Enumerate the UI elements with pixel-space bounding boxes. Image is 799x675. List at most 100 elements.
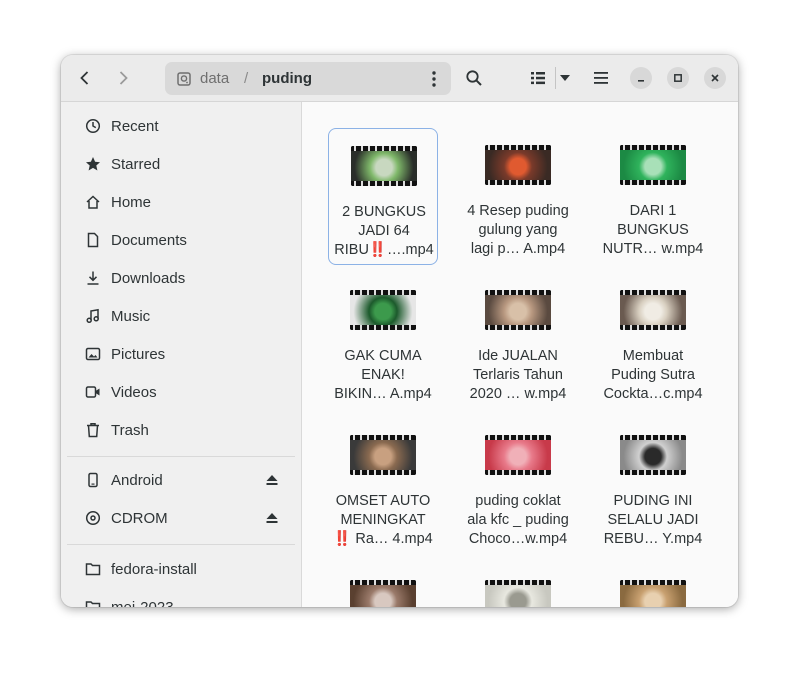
sidebar-item-recent[interactable]: Recent <box>67 108 295 144</box>
sidebar-item-label: Starred <box>111 155 161 173</box>
phone-icon <box>81 472 105 488</box>
video-thumbnail <box>620 435 686 475</box>
sidebar-item-android[interactable]: Android <box>67 462 295 498</box>
back-button[interactable] <box>69 64 101 92</box>
video-thumbnail <box>350 290 416 330</box>
minimize-button[interactable] <box>630 67 652 89</box>
breadcrumb-separator: / <box>244 70 249 87</box>
view-options-button[interactable] <box>550 64 580 92</box>
sidebar-item-label: Pictures <box>111 345 166 363</box>
drive-icon <box>177 72 191 86</box>
header-bar: data / puding <box>61 55 738 102</box>
sidebar-item-label: fedora-install <box>111 560 197 578</box>
file-item[interactable]: DARI 1 BUNGKUS NUTR… w.mp4 <box>598 128 708 265</box>
picture-icon <box>81 346 105 362</box>
sidebar-item-pictures[interactable]: Pictures <box>67 336 295 372</box>
video-thumbnail <box>620 580 686 607</box>
search-icon <box>466 70 482 86</box>
sidebar-item-mei-2023[interactable]: mei-2023 <box>67 589 295 607</box>
file-name: 4 Resep puding gulung yang lagi p… A.mp4 <box>467 203 569 257</box>
video-thumbnail <box>351 146 417 186</box>
document-icon <box>81 232 105 248</box>
sidebar-item-cdrom[interactable]: CDROM <box>67 500 295 536</box>
sidebar-item-label: Trash <box>111 421 149 439</box>
sidebar-item-starred[interactable]: Starred <box>67 146 295 182</box>
file-name: Ide JUALAN Terlaris Tahun 2020 … w.mp4 <box>469 348 567 402</box>
video-thumbnail <box>350 580 416 607</box>
sidebar-separator <box>67 456 295 457</box>
file-name: OMSET AUTO MENINGKAT ‼️ Ra… 4.mp4 <box>333 493 433 547</box>
forward-button[interactable] <box>107 64 139 92</box>
sidebar-item-label: Home <box>111 193 152 211</box>
file-item[interactable]: 4 Resep puding gulung yang lagi p… A.mp4 <box>463 128 573 265</box>
file-name: 2 BUNGKUS JADI 64 RIBU‼️….mp4 <box>334 204 434 258</box>
go-forward-icon <box>119 71 128 85</box>
video-thumbnail <box>485 290 551 330</box>
close-button[interactable] <box>704 67 726 89</box>
sidebar-item-trash[interactable]: Trash <box>67 412 295 448</box>
sidebar-item-label: Android <box>111 471 163 489</box>
eject-icon[interactable] <box>265 473 279 492</box>
video-thumbnail <box>620 290 686 330</box>
file-name: Membuat Puding Sutra Cockta…c.mp4 <box>603 348 703 402</box>
file-item[interactable]: OMSET AUTO MENINGKAT ‼️ Ra… 4.mp4 <box>328 418 438 555</box>
music-icon <box>81 308 105 324</box>
more-options-icon[interactable] <box>427 69 441 89</box>
trash-icon <box>81 422 105 438</box>
main-menu-button[interactable] <box>585 64 617 92</box>
file-item[interactable]: puding coklat ala kfc _ puding Choco…w.m… <box>463 418 573 555</box>
sidebar-item-label: Recent <box>111 117 159 135</box>
file-item[interactable]: GAK CUMA ENAK! BIKIN… A.mp4 <box>328 273 438 410</box>
file-manager-window: data / puding Recent Starred Home Docume… <box>61 55 738 607</box>
file-item[interactable]: Ide JUALAN Terlaris Tahun 2020 … w.mp4 <box>463 273 573 410</box>
maximize-icon <box>674 74 682 82</box>
video-thumbnail <box>350 435 416 475</box>
recent-icon <box>81 118 105 134</box>
file-name: GAK CUMA ENAK! BIKIN… A.mp4 <box>334 348 432 402</box>
sidebar-item-documents[interactable]: Documents <box>67 222 295 258</box>
path-bar[interactable]: data / puding <box>165 62 451 95</box>
sidebar: Recent Starred Home Documents Downloads Music… <box>61 102 302 607</box>
sidebar-item-label: mei-2023 <box>111 598 174 608</box>
download-icon <box>81 270 105 286</box>
video-thumbnail <box>485 580 551 607</box>
sidebar-item-label: CDROM <box>111 509 168 527</box>
eject-icon[interactable] <box>265 511 279 530</box>
list-view-icon <box>531 72 545 85</box>
sidebar-item-label: Music <box>111 307 151 325</box>
sidebar-item-label: Documents <box>111 231 187 249</box>
go-back-icon <box>80 71 89 85</box>
file-item[interactable] <box>328 563 438 607</box>
file-item[interactable] <box>598 563 708 607</box>
home-icon <box>81 194 105 210</box>
sidebar-item-videos[interactable]: Videos <box>67 374 295 410</box>
sidebar-item-music[interactable]: Music <box>67 298 295 334</box>
sidebar-item-label: Videos <box>111 383 157 401</box>
breadcrumb-data[interactable]: data <box>200 70 229 87</box>
video-icon <box>81 384 105 400</box>
file-item[interactable]: PUDING INI SELALU JADI REBU… Y.mp4 <box>598 418 708 555</box>
file-name: puding coklat ala kfc _ puding Choco…w.m… <box>467 493 569 547</box>
hamburger-menu-icon <box>594 72 608 84</box>
video-thumbnail <box>485 145 551 185</box>
file-name: PUDING INI SELALU JADI REBU… Y.mp4 <box>603 493 703 547</box>
search-button[interactable] <box>458 64 490 92</box>
minimize-icon <box>638 80 644 82</box>
sidebar-item-label: Downloads <box>111 269 186 287</box>
video-thumbnail <box>620 145 686 185</box>
chevron-down-icon <box>560 75 570 81</box>
sidebar-item-home[interactable]: Home <box>67 184 295 220</box>
file-item[interactable] <box>463 563 573 607</box>
sidebar-separator <box>67 544 295 545</box>
breadcrumb-current[interactable]: puding <box>262 70 312 87</box>
sidebar-item-fedora-install[interactable]: fedora-install <box>67 551 295 587</box>
maximize-button[interactable] <box>667 67 689 89</box>
video-thumbnail <box>485 435 551 475</box>
close-icon <box>711 74 719 82</box>
folder-icon <box>81 561 105 577</box>
file-grid[interactable]: 2 BUNGKUS JADI 64 RIBU‼️….mp4 4 Resep pud… <box>302 102 738 607</box>
sidebar-item-downloads[interactable]: Downloads <box>67 260 295 296</box>
folder-icon <box>81 599 105 607</box>
file-item[interactable]: 2 BUNGKUS JADI 64 RIBU‼️….mp4 <box>328 128 438 265</box>
file-item[interactable]: Membuat Puding Sutra Cockta…c.mp4 <box>598 273 708 410</box>
